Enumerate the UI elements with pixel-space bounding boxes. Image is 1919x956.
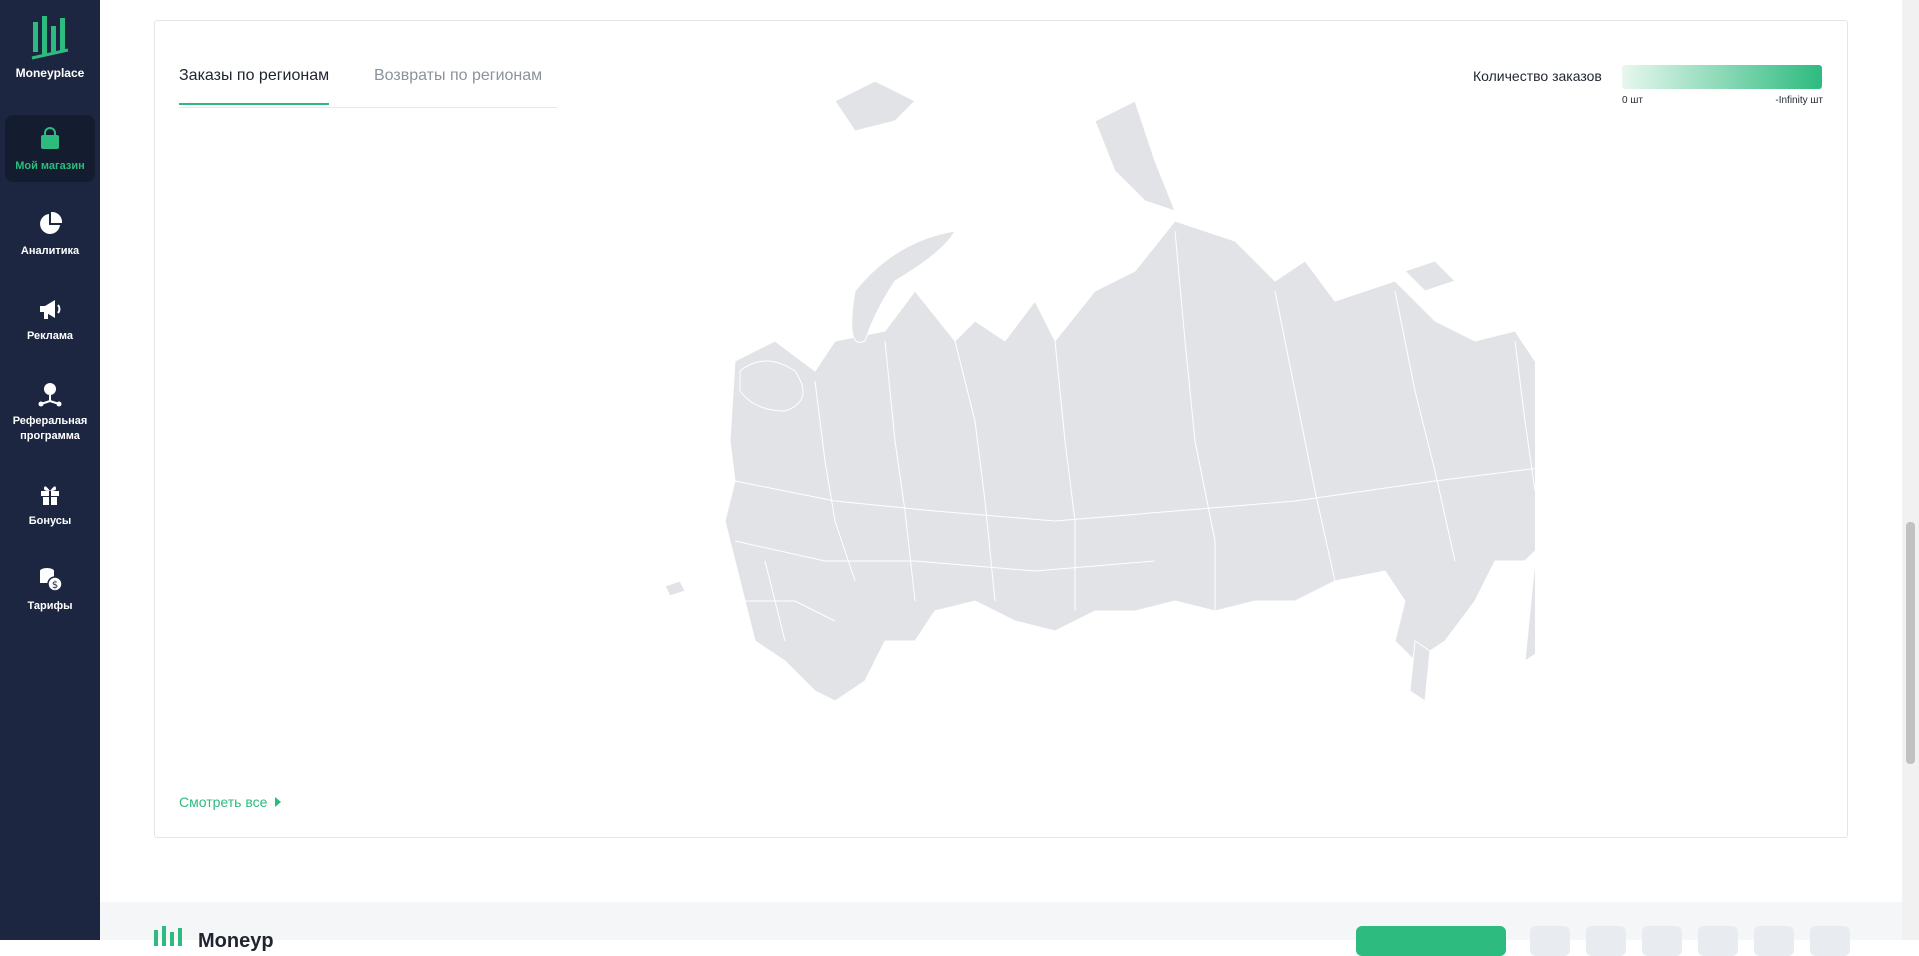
sidebar-item-my-shop[interactable]: Мой магазин [5, 115, 95, 182]
footer: Moneyp [100, 902, 1902, 956]
scrollbar-thumb[interactable] [1906, 522, 1915, 764]
logo[interactable]: Moneyplace [0, 14, 100, 80]
gift-icon [41, 486, 59, 505]
shopping-bag-icon [41, 127, 59, 149]
footer-brand: Moneyp [198, 930, 274, 952]
tiktok-icon[interactable] [1642, 926, 1682, 956]
svg-text:$: $ [52, 580, 58, 591]
arrow-right-icon [275, 797, 282, 807]
footer-cta-button[interactable] [1356, 926, 1506, 956]
map-region[interactable] [664, 580, 686, 597]
vk-icon[interactable] [1586, 926, 1626, 956]
pie-chart-icon [40, 211, 63, 234]
sidebar: Moneyplace Мой магазин Аналитика Реклама [0, 0, 100, 940]
tab-returns-by-region[interactable]: Возвраты по регионам [374, 67, 542, 103]
sidebar-item-label: Реклама [26, 330, 74, 342]
russia-region-map [664, 80, 1535, 702]
legend-max-label: -Infinity шт [1775, 95, 1823, 106]
odnoklassniki-icon[interactable] [1698, 926, 1738, 956]
mail-icon[interactable] [1810, 926, 1850, 956]
legend-min-label: 0 шт [1622, 95, 1643, 106]
page-scrollbar[interactable] [1902, 0, 1919, 940]
sidebar-item-label: Бонусы [28, 515, 72, 527]
youtube-icon[interactable] [1754, 926, 1794, 956]
megaphone-icon [40, 300, 61, 319]
sidebar-nav: Мой магазин Аналитика Реклама Реферальна… [0, 115, 100, 640]
sidebar-item-tariffs[interactable]: $ Тарифы [5, 555, 95, 622]
map-region[interactable] [1094, 100, 1176, 212]
map-region[interactable] [724, 220, 1535, 702]
sidebar-item-label: Тарифы [27, 600, 73, 612]
regions-card: Заказы по регионам Возвраты по регионам … [154, 20, 1848, 838]
footer-logo-icon [154, 926, 182, 946]
sidebar-item-referral[interactable]: Реферальная программа [5, 370, 95, 452]
sidebar-item-label: Мой магазин [15, 160, 85, 172]
map-region[interactable] [834, 80, 916, 132]
coins-icon: $ [40, 568, 63, 592]
tab-orders-by-region[interactable]: Заказы по регионам [179, 67, 330, 105]
legend-gradient-bar [1622, 65, 1822, 89]
see-all-label: Смотреть все [179, 794, 268, 810]
sidebar-item-ads[interactable]: Реклама [5, 285, 95, 352]
region-tabs: Заказы по регионам Возвраты по регионам [179, 45, 557, 108]
logo-bars-icon [31, 16, 69, 60]
map-region[interactable] [1404, 260, 1456, 292]
sidebar-item-label: Реферальная программа [12, 415, 88, 442]
logo-text: Moneyplace [15, 66, 85, 80]
sidebar-item-label: Аналитика [20, 245, 80, 257]
telegram-icon[interactable] [1530, 926, 1570, 956]
sidebar-item-bonuses[interactable]: Бонусы [5, 470, 95, 537]
referral-network-icon [38, 383, 62, 407]
see-all-link[interactable]: Смотреть все [179, 794, 282, 810]
sidebar-item-analytics[interactable]: Аналитика [5, 200, 95, 267]
